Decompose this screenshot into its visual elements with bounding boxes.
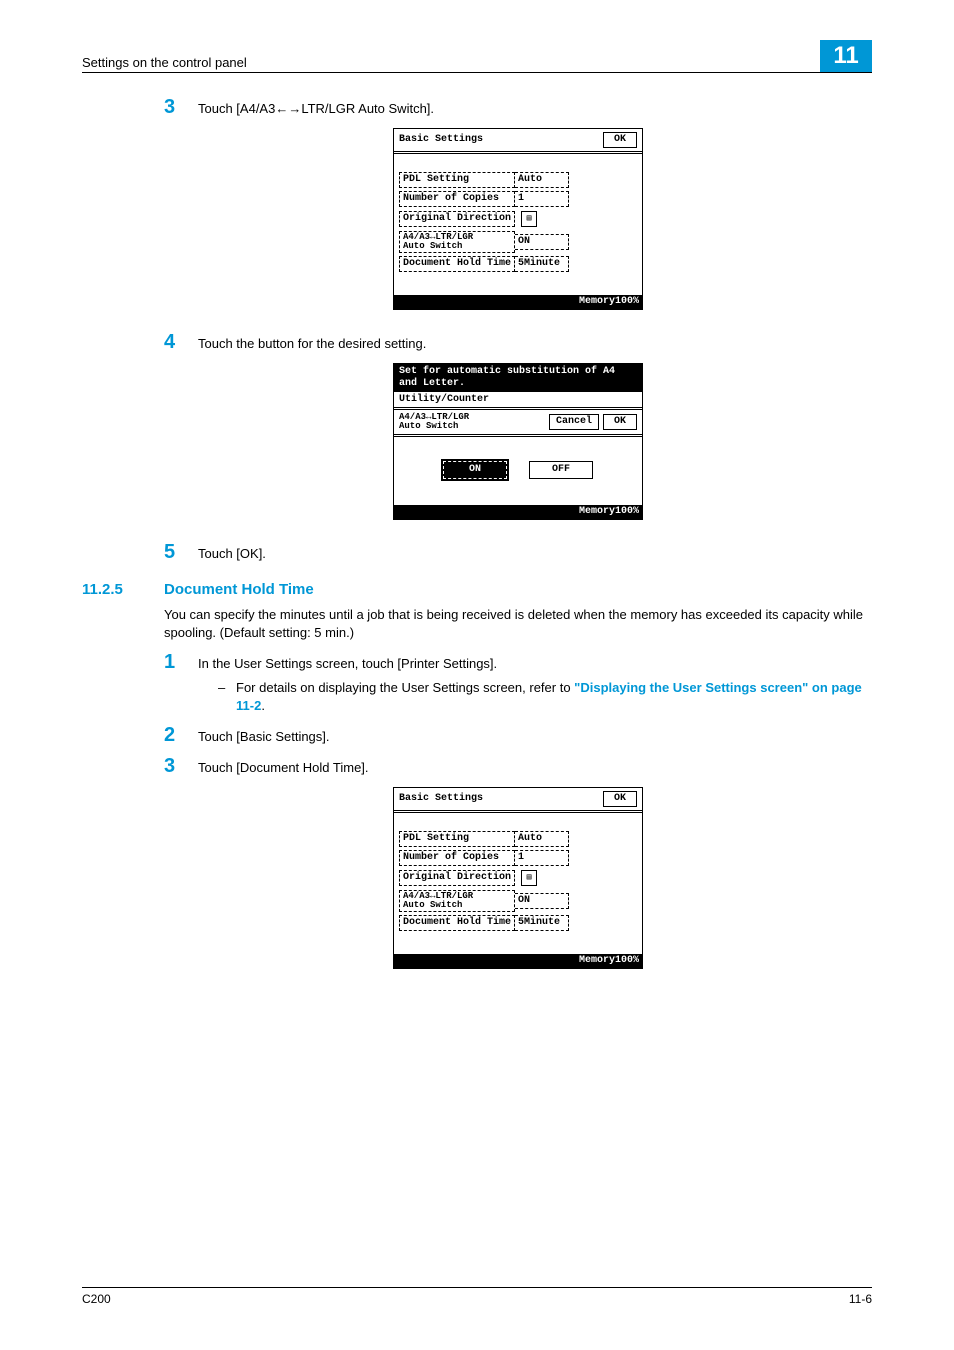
pdl-setting-value: Auto xyxy=(515,172,569,188)
lcd-screenshot: Basic Settings OK PDL SettingAuto Number… xyxy=(164,128,872,310)
ok-button[interactable]: OK xyxy=(603,414,637,430)
step-text: Touch [A4/A3←→LTR/LGR Auto Switch]. xyxy=(198,97,872,118)
section-description: You can specify the minutes until a job … xyxy=(164,606,872,642)
memory-status: Memory100% xyxy=(394,954,642,968)
chapter-number-badge: 11 xyxy=(820,40,872,72)
on-option[interactable]: ON xyxy=(443,461,507,479)
lcd-screenshot: Basic Settings OK PDL SettingAuto Number… xyxy=(164,787,872,969)
memory-status: Memory100% xyxy=(394,505,642,519)
hold-time-value: 5Minute xyxy=(515,915,569,931)
cancel-button[interactable]: Cancel xyxy=(549,414,599,430)
procedure-step: 2 Touch [Basic Settings]. xyxy=(164,725,872,746)
step-number: 2 xyxy=(164,725,198,746)
procedure-step: 3 Touch [A4/A3←→LTR/LGR Auto Switch]. xyxy=(164,97,872,118)
copies-value: 1 xyxy=(515,850,569,866)
step-number: 3 xyxy=(164,756,198,777)
procedure-step: 1 In the User Settings screen, touch [Pr… xyxy=(164,652,872,715)
section-title: Document Hold Time xyxy=(164,581,314,598)
auto-switch-button[interactable]: A4/A3↔LTR/LGRAuto Switch xyxy=(399,231,515,253)
hold-time-value: 5Minute xyxy=(515,256,569,272)
section-heading: 11.2.5 Document Hold Time xyxy=(164,581,872,598)
step-text: Touch [Basic Settings]. xyxy=(198,725,872,746)
procedure-step: 5 Touch [OK]. xyxy=(164,542,872,563)
orig-direction-button[interactable]: Original Direction xyxy=(399,211,515,227)
copies-button[interactable]: Number of Copies xyxy=(399,850,515,866)
lcd-message: Set for automatic substitution of A4and … xyxy=(394,364,642,392)
step-text: Touch the button for the desired setting… xyxy=(198,332,872,353)
section-number: 11.2.5 xyxy=(82,581,164,598)
orientation-icon: ▤ xyxy=(521,211,537,227)
orientation-icon: ▤ xyxy=(521,870,537,886)
header-section-title: Settings on the control panel xyxy=(82,55,247,70)
page-footer: C200 11-6 xyxy=(82,1287,872,1306)
step-number: 3 xyxy=(164,97,198,118)
breadcrumb: Utility/Counter xyxy=(394,392,642,406)
footer-model: C200 xyxy=(82,1292,111,1306)
hold-time-button[interactable]: Document Hold Time xyxy=(399,256,515,272)
hold-time-button[interactable]: Document Hold Time xyxy=(399,915,515,931)
memory-status: Memory100% xyxy=(394,295,642,309)
pdl-setting-value: Auto xyxy=(515,831,569,847)
orig-direction-value: ▤ xyxy=(515,210,569,228)
copies-button[interactable]: Number of Copies xyxy=(399,191,515,207)
auto-switch-value: ON xyxy=(515,234,569,250)
step-text: Touch [Document Hold Time]. xyxy=(198,756,872,777)
lcd-screenshot: Set for automatic substitution of A4and … xyxy=(164,363,872,520)
ok-button[interactable]: OK xyxy=(603,132,637,148)
procedure-step: 4 Touch the button for the desired setti… xyxy=(164,332,872,353)
pdl-setting-button[interactable]: PDL Setting xyxy=(399,831,515,847)
orig-direction-button[interactable]: Original Direction xyxy=(399,870,515,886)
pdl-setting-button[interactable]: PDL Setting xyxy=(399,172,515,188)
orig-direction-value: ▤ xyxy=(515,869,569,887)
off-option[interactable]: OFF xyxy=(529,461,593,479)
ok-button[interactable]: OK xyxy=(603,791,637,807)
step-number: 5 xyxy=(164,542,198,563)
auto-switch-button[interactable]: A4/A3↔LTR/LGRAuto Switch xyxy=(399,890,515,912)
step-number: 4 xyxy=(164,332,198,353)
lcd-title: Basic Settings xyxy=(399,134,483,146)
step-sub-bullet: – For details on displaying the User Set… xyxy=(218,679,872,715)
page-header: Settings on the control panel 11 xyxy=(82,40,872,73)
lcd-title: Basic Settings xyxy=(399,793,483,805)
step-number: 1 xyxy=(164,652,198,715)
procedure-step: 3 Touch [Document Hold Time]. xyxy=(164,756,872,777)
copies-value: 1 xyxy=(515,191,569,207)
screen-subtitle: A4/A3↔LTR/LGRAuto Switch xyxy=(399,413,469,431)
footer-page-number: 11-6 xyxy=(849,1292,872,1306)
step-text: In the User Settings screen, touch [Prin… xyxy=(198,655,872,673)
auto-switch-value: ON xyxy=(515,893,569,909)
step-text: Touch [OK]. xyxy=(198,542,872,563)
